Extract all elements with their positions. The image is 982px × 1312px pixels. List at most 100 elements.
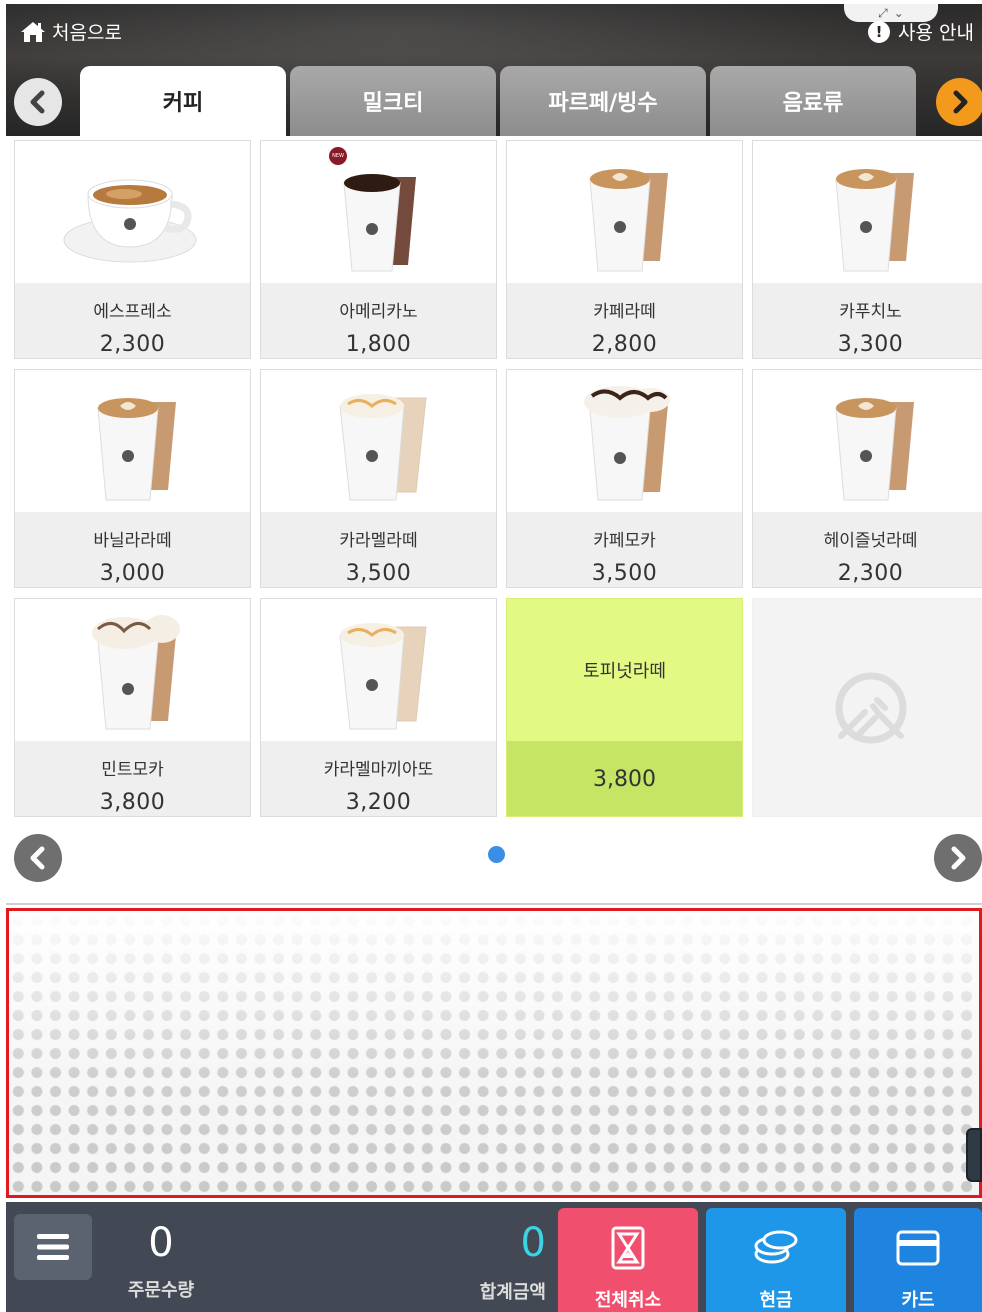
product-price: 3,800 [99, 790, 166, 815]
mint-mocha-cup-icon [91, 615, 180, 730]
vanilla-latte-cup-icon [96, 398, 176, 501]
product-name: 민트모카 [101, 760, 164, 780]
total-amount-value: 0 [520, 1220, 546, 1266]
product-info: 아메리카노 1,800 [261, 283, 496, 358]
product-image [507, 141, 742, 283]
product-price: 3,500 [591, 561, 658, 586]
tab-prev-button[interactable] [14, 78, 62, 126]
home-button[interactable]: 처음으로 [20, 18, 122, 45]
guide-label: 사용 안내 [898, 22, 974, 44]
order-list-area[interactable] [6, 908, 982, 1198]
product-card-caramel-macchiato[interactable]: 카라멜마끼아또 3,200 [260, 598, 497, 817]
latte-cup-icon [588, 169, 668, 272]
tab-drinks[interactable]: 음료류 [710, 66, 916, 136]
hazelnut-latte-cup-icon [834, 398, 914, 501]
product-image [507, 370, 742, 512]
product-price: 3,200 [345, 790, 412, 815]
product-info: 헤이즐넛라떼 2,300 [753, 512, 982, 587]
product-name: 토피넛라떼 [583, 661, 666, 682]
product-price: 3,000 [99, 561, 166, 586]
product-card-vanilla-latte[interactable]: 바닐라라떼 3,000 [14, 369, 251, 588]
product-info: 민트모카 3,800 [15, 741, 250, 816]
chevron-left-icon [30, 846, 45, 870]
americano-cup-icon [342, 174, 416, 272]
product-card-toffee-nut-latte[interactable]: 토피넛라떼 3,800 [506, 598, 743, 817]
cash-button[interactable]: 현금 [706, 1208, 846, 1312]
product-info: 카라멜라떼 3,500 [261, 512, 496, 587]
caramel-macchiato-cup-icon [338, 623, 427, 730]
product-info: 카페라떼 2,800 [507, 283, 742, 358]
product-image [753, 370, 982, 512]
card-button[interactable]: 카드 [854, 1208, 982, 1312]
page-indicator-dot[interactable] [488, 846, 505, 863]
dish-placeholder-icon [835, 672, 906, 743]
product-card-cafe-mocha[interactable]: 카페모카 3,500 [506, 369, 743, 588]
product-name: 카라멜마끼아또 [323, 760, 434, 780]
coins-icon [754, 1230, 798, 1264]
product-image [15, 599, 250, 741]
tab-coffee[interactable]: 커피 [80, 66, 286, 136]
product-card-espresso[interactable]: 에스프레소 2,300 [14, 140, 251, 359]
product-card-caramel-latte[interactable]: 카라멜라떼 3,500 [260, 369, 497, 588]
product-name: 카페모카 [593, 531, 656, 551]
page-next-button[interactable] [934, 834, 982, 882]
mocha-cup-icon [583, 386, 670, 501]
guide-button[interactable]: ! 사용 안내 [868, 18, 974, 45]
cancel-all-label: 전체취소 [594, 1290, 662, 1311]
card-label: 카드 [901, 1290, 935, 1311]
product-image [15, 370, 250, 512]
cash-label: 현금 [759, 1290, 793, 1311]
product-image [261, 370, 496, 512]
product-price: 2,300 [99, 332, 166, 357]
product-name: 에스프레소 [93, 302, 172, 322]
chevron-right-icon [953, 90, 968, 114]
new-badge: NEW [329, 147, 347, 165]
hourglass-icon [611, 1226, 645, 1270]
product-info: 카푸치노 3,300 [753, 283, 982, 358]
product-card-americano[interactable]: NEW 아메리카노 1,800 [260, 140, 497, 359]
product-card-hazelnut-latte[interactable]: 헤이즐넛라떼 2,300 [752, 369, 982, 588]
product-card-empty [752, 598, 982, 817]
espresso-cup-icon [63, 179, 196, 263]
product-name: 헤이즐넛라떼 [823, 531, 918, 551]
header-bar: 처음으로 ⤢ ⌄ ! 사용 안내 커피 밀크티 파르페/빙수 음료류 [6, 4, 982, 136]
product-price: 3,500 [345, 561, 412, 586]
product-name: 카페라떼 [593, 302, 656, 322]
product-image [15, 141, 250, 283]
product-price: 3,800 [507, 741, 742, 816]
cancel-all-button[interactable]: 전체취소 [558, 1208, 698, 1312]
order-quantity-value: 0 [148, 1220, 174, 1266]
product-price: 1,800 [345, 332, 412, 357]
product-name: 바닐라라떼 [93, 531, 172, 551]
product-card-cafe-latte[interactable]: 카페라떼 2,800 [506, 140, 743, 359]
home-label: 처음으로 [52, 22, 122, 44]
bottom-bar: 0 주문수량 0 합계금액 전체취소 현금 카드 [6, 1202, 982, 1312]
tab-next-button[interactable] [936, 78, 982, 126]
section-divider [6, 903, 982, 905]
product-price: 3,300 [837, 332, 904, 357]
chevron-left-icon [30, 90, 45, 114]
credit-card-icon [896, 1230, 940, 1266]
total-amount-label: 합계금액 [479, 1282, 546, 1303]
cappuccino-cup-icon [834, 169, 914, 272]
product-info: 카페모카 3,500 [507, 512, 742, 587]
hamburger-icon [37, 1234, 69, 1260]
caramel-latte-cup-icon [338, 394, 427, 501]
product-card-mint-mocha[interactable]: 민트모카 3,800 [14, 598, 251, 817]
product-info: 카라멜마끼아또 3,200 [261, 741, 496, 816]
product-image [261, 599, 496, 741]
menu-button[interactable] [14, 1214, 92, 1280]
tab-milk-tea[interactable]: 밀크티 [290, 66, 496, 136]
side-panel-handle[interactable] [966, 1128, 982, 1182]
info-icon: ! [868, 20, 891, 43]
product-price: 2,300 [837, 561, 904, 586]
page-prev-button[interactable] [14, 834, 62, 882]
product-info: 바닐라라떼 3,000 [15, 512, 250, 587]
product-grid: 에스프레소 2,300 NEW 아메리카노 1,800 카페라떼 2,800 카… [14, 140, 982, 817]
chevron-right-icon [951, 846, 966, 870]
tab-parfait[interactable]: 파르페/빙수 [500, 66, 706, 136]
product-card-cappuccino[interactable]: 카푸치노 3,300 [752, 140, 982, 359]
product-info: 에스프레소 2,300 [15, 283, 250, 358]
product-name: 아메리카노 [339, 302, 418, 322]
order-quantity-label: 주문수량 [127, 1280, 195, 1301]
